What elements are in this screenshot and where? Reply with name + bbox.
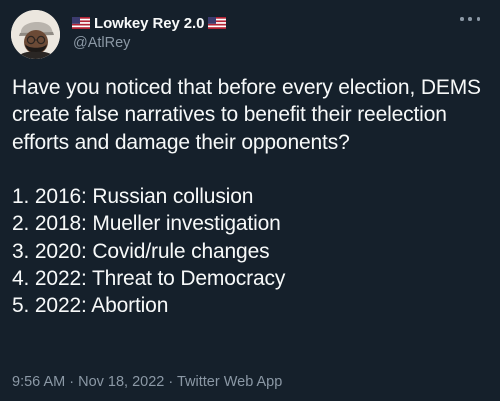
list-item: 3. 2020: Covid/rule changes xyxy=(12,239,270,263)
list-item: 1. 2016: Russian collusion xyxy=(12,185,254,209)
list-item: 4. 2022: Threat to Democracy xyxy=(12,267,286,291)
avatar[interactable] xyxy=(11,10,60,59)
separator: · xyxy=(65,374,79,390)
us-flag-icon xyxy=(72,17,90,29)
tweet-date[interactable]: Nov 18, 2022 xyxy=(78,374,164,390)
list-item: 5. 2022: Abortion xyxy=(12,294,169,318)
tweet-text: Have you noticed that before every elect… xyxy=(12,74,498,320)
tweet-time[interactable]: 9:56 AM xyxy=(12,374,65,390)
user-handle[interactable]: @AtlRey xyxy=(73,35,130,51)
author-name-row[interactable]: Lowkey Rey 2.0 xyxy=(72,13,227,33)
tweet-source: Twitter Web App xyxy=(176,374,283,390)
separator: · xyxy=(164,374,177,390)
display-name[interactable]: Lowkey Rey 2.0 xyxy=(94,15,204,32)
us-flag-icon xyxy=(208,17,227,29)
list-item: 2. 2018: Mueller investigation xyxy=(12,212,281,236)
tweet-intro: Have you noticed that before every elect… xyxy=(12,76,481,154)
tweet-metadata: 9:56 AM · Nov 18, 2022 · Twitter Web App xyxy=(12,374,282,390)
more-options-icon[interactable] xyxy=(460,14,480,24)
tweet: Lowkey Rey 2.0 @AtlRey Have you noticed … xyxy=(0,0,500,401)
tweet-list: 1. 2016: Russian collusion 2. 2018: Muel… xyxy=(12,183,498,319)
